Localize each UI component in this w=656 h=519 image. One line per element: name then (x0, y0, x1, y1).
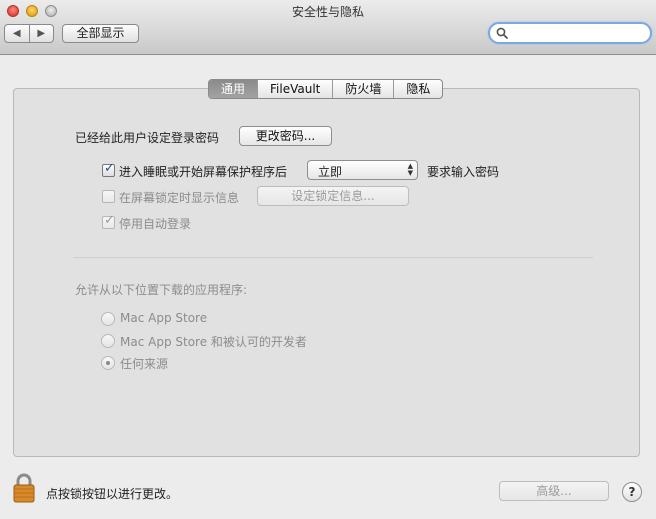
show-message-checkbox[interactable] (102, 190, 115, 203)
search-icon (496, 27, 508, 39)
disable-auto-login-checkbox[interactable]: ✓ (102, 213, 115, 229)
help-button[interactable]: ? (622, 482, 642, 502)
preferences-window: 安全性与隐私 ◀ ▶ 全部显示 通用 FileVault 防火墙 隐私 已经给此… (0, 0, 656, 519)
radio-selected-dot (106, 361, 110, 365)
radio-identified-developers[interactable] (101, 334, 115, 348)
search-input[interactable] (512, 25, 646, 43)
lock-icon[interactable] (12, 473, 36, 503)
password-delay-select[interactable]: 立即 ▲ ▼ (307, 160, 418, 180)
show-all-button[interactable]: 全部显示 (62, 24, 139, 43)
tab-privacy[interactable]: 隐私 (394, 80, 442, 98)
tab-general[interactable]: 通用 (209, 80, 259, 98)
set-lock-message-button[interactable]: 设定锁定信息... (257, 186, 409, 206)
updown-arrows-icon: ▲ ▼ (407, 162, 413, 177)
radio-mac-app-store[interactable] (101, 312, 115, 326)
radio-anywhere[interactable] (101, 356, 115, 370)
require-password-suffix: 要求输入密码 (427, 165, 500, 179)
radio-mac-app-store-label: Mac App Store (120, 311, 208, 325)
disable-auto-login-label: 停用自动登录 (119, 217, 192, 231)
back-button[interactable]: ◀ (5, 25, 30, 42)
checkmark-icon: ✓ (104, 213, 115, 228)
back-forward-control: ◀ ▶ (4, 24, 54, 43)
forward-button[interactable]: ▶ (30, 25, 54, 42)
downloads-heading: 允许从以下位置下载的应用程序: (75, 283, 248, 297)
change-password-button[interactable]: 更改密码... (239, 126, 332, 146)
section-divider (73, 257, 593, 258)
search-field[interactable] (488, 22, 652, 44)
password-delay-value: 立即 (318, 165, 343, 179)
tab-bar: 通用 FileVault 防火墙 隐私 (208, 79, 444, 99)
require-password-checkbox[interactable]: ✓ (102, 161, 115, 177)
lock-hint-text: 点按锁按钮以进行更改。 (46, 487, 179, 501)
radio-identified-developers-label: Mac App Store 和被认可的开发者 (120, 335, 307, 349)
toolbar: 安全性与隐私 ◀ ▶ 全部显示 (0, 0, 656, 55)
show-message-label: 在屏幕锁定时显示信息 (119, 191, 240, 205)
tab-firewall[interactable]: 防火墙 (333, 80, 395, 98)
checkmark-icon: ✓ (104, 161, 115, 176)
advanced-button[interactable]: 高级... (499, 481, 609, 501)
radio-anywhere-label: 任何来源 (120, 357, 169, 371)
password-set-label: 已经给此用户设定登录密码 (75, 131, 220, 145)
require-password-label: 进入睡眠或开始屏幕保护程序后 (119, 165, 288, 179)
window-title: 安全性与隐私 (291, 5, 364, 19)
tab-filevault[interactable]: FileVault (258, 80, 334, 98)
